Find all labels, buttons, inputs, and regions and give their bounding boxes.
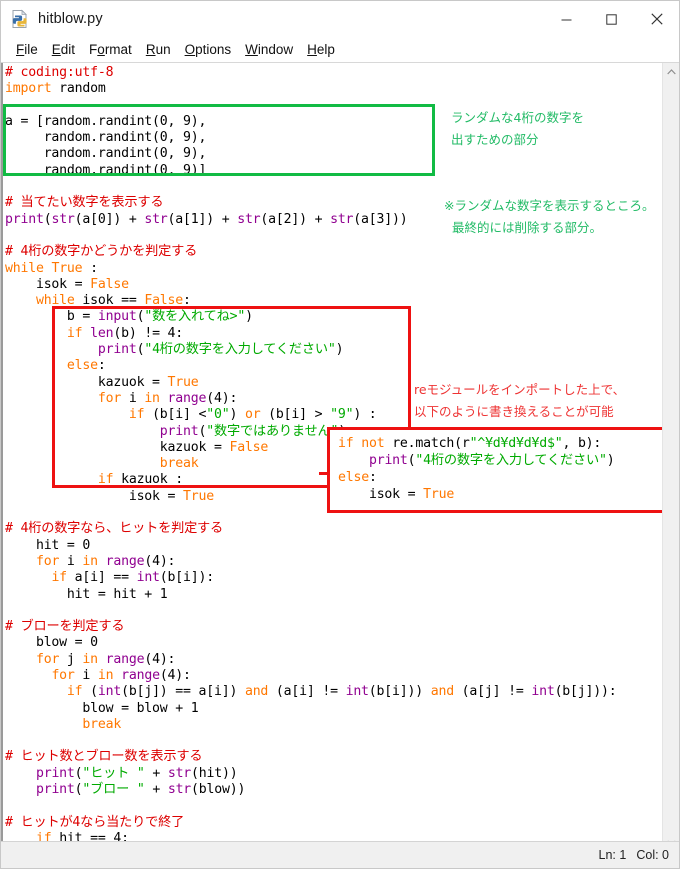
idle-editor-window: hitblow.py File Edit Format Run Options … (0, 0, 680, 869)
menu-run[interactable]: Run (139, 40, 178, 59)
annotation-regex-rewrite: reモジュールをインポートした上で、 以下のように書き換えることが可能 (414, 382, 626, 419)
window-titlebar: hitblow.py (1, 1, 679, 37)
menu-file[interactable]: File (9, 40, 45, 59)
regex-snippet-code: if not re.match(r"^¥d¥d¥d¥d$", b): print… (338, 436, 615, 502)
menu-window[interactable]: Window (238, 40, 300, 59)
chevron-up-icon[interactable] (663, 63, 679, 80)
maximize-button[interactable] (589, 1, 634, 37)
menu-options[interactable]: Options (178, 40, 239, 59)
code-editor-area[interactable]: # coding:utf-8 import random a = [random… (1, 63, 679, 851)
minimize-button[interactable] (544, 1, 589, 37)
menu-format[interactable]: Format (82, 40, 139, 59)
menu-help[interactable]: Help (300, 40, 342, 59)
menu-edit[interactable]: Edit (45, 40, 82, 59)
annotation-random-4digit: ランダムな4桁の数字を 出すための部分 (451, 110, 584, 147)
menubar: File Edit Format Run Options Window Help (1, 37, 679, 63)
annotation-debug-print: ※ランダムな数字を表示するところ。 最終的には削除する部分。 (444, 198, 655, 235)
regex-alternative-snippet: if not re.match(r"^¥d¥d¥d¥d$", b): print… (327, 427, 674, 513)
vertical-scrollbar[interactable] (662, 63, 679, 851)
close-button[interactable] (634, 1, 679, 37)
window-title: hitblow.py (38, 10, 103, 27)
column-indicator: Col: 0 (636, 848, 669, 862)
editor-left-margin (1, 63, 3, 851)
line-indicator: Ln: 1 (598, 848, 627, 862)
window-controls (544, 1, 679, 37)
statusbar: Ln: 1 Col: 0 (1, 841, 679, 868)
python-file-icon (10, 9, 30, 29)
